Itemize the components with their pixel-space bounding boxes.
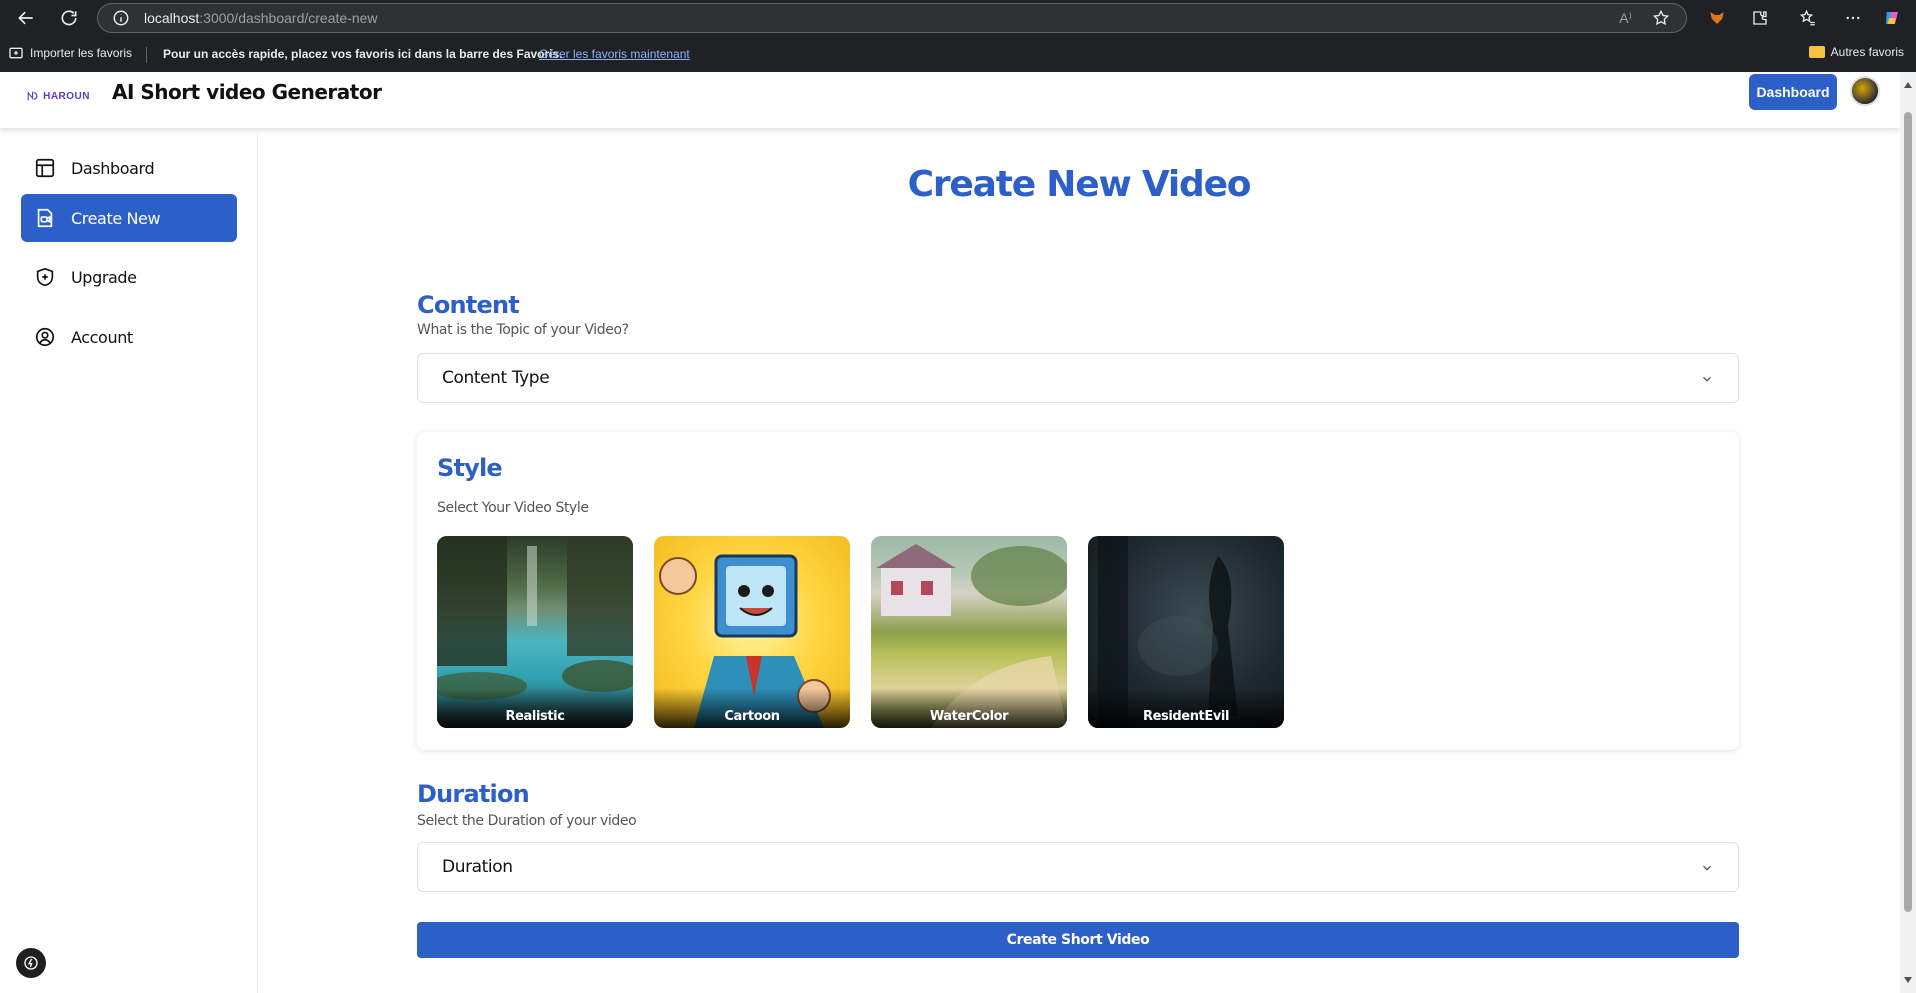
back-button[interactable] [12,4,40,32]
url-path: :3000/dashboard/create-new [199,10,378,26]
info-icon [113,10,129,26]
logo-text: HAROUN [43,90,90,102]
devtools-toggle-button[interactable] [16,948,46,978]
style-subtitle: Select Your Video Style [437,500,589,516]
avatar[interactable] [1850,76,1880,106]
sidebar-item-create-new[interactable]: Create New [21,194,237,242]
bookmarks-bar: Importer les favoris Pour un accès rapid… [0,40,1916,68]
style-option-watercolor[interactable]: WaterColor [871,536,1067,728]
style-option-label: WaterColor [929,709,1009,724]
other-favorites[interactable]: Autres favoris [1808,45,1904,59]
style-option-cartoon[interactable]: Cartoon [654,536,850,728]
sidebar-item-upgrade[interactable]: Upgrade [21,253,237,301]
browser-toolbar: localhost:3000/dashboard/create-new A⁾ [0,0,1916,36]
file-video-icon [33,206,57,230]
style-option-residentevil[interactable]: ResidentEvil [1088,536,1284,728]
dashboard-button[interactable]: Dashboard [1749,74,1837,110]
reload-button[interactable] [55,4,83,32]
address-bar[interactable]: localhost:3000/dashboard/create-new A⁾ [97,3,1687,33]
arrow-left-icon [18,11,33,25]
duration-select[interactable]: Duration [417,842,1739,892]
folder-icon [1808,46,1825,58]
import-favorites-link[interactable]: Importer les favoris [8,45,132,61]
more-options-icon[interactable] [1842,7,1864,29]
duration-value: Duration [442,857,513,877]
bookmarks-divider [146,47,147,63]
content-heading: Content [417,291,520,319]
sidebar-item-account[interactable]: Account [21,313,237,361]
chevron-down-icon [1703,865,1711,871]
logo[interactable]: HAROUN [26,81,90,111]
content-type-value: Content Type [442,368,550,388]
scrollbar-thumb[interactable] [1904,112,1912,912]
sidebar-item-label: Account [71,327,133,347]
page-title: Create New Video [907,164,1252,205]
shield-plus-icon [33,265,57,289]
layout-icon [33,156,57,180]
main-content: Create New Video Content What is the Top… [258,128,1900,993]
style-card: Style Select Your Video Style Realistic … [417,432,1739,750]
app-header: HAROUN AI Short video Generator Dashboar… [0,72,1900,128]
lightning-icon [24,956,38,970]
star-icon[interactable] [1652,9,1670,27]
style-option-label: Realistic [505,709,565,724]
duration-heading: Duration [417,780,530,808]
style-option-label: Cartoon [724,709,780,724]
other-favorites-label: Autres favoris [1830,45,1904,59]
content-subtitle: What is the Topic of your Video? [417,322,629,338]
read-aloud-icon[interactable]: A⁾ [1619,10,1632,27]
bookmarks-message: Pour un accès rapide, placez vos favoris… [163,47,563,61]
reload-icon [61,10,77,26]
chevron-down-icon [1703,376,1711,382]
url-host: localhost [144,10,200,26]
content-type-select[interactable]: Content Type [417,353,1739,403]
create-short-video-button[interactable]: Create Short Video [417,922,1739,958]
fox-extension-icon[interactable] [1706,7,1728,29]
style-option-label: ResidentEvil [1142,709,1230,724]
duration-subtitle: Select the Duration of your video [417,813,637,829]
sidebar-item-label: Upgrade [71,267,137,287]
sidebar-item-label: Dashboard [71,158,155,178]
app: HAROUN AI Short video Generator Dashboar… [0,72,1900,993]
copilot-icon[interactable] [1881,7,1903,29]
scroll-down-icon[interactable] [1904,977,1912,983]
style-heading: Style [437,454,503,482]
extensions-icon[interactable] [1749,7,1771,29]
logo-mark-icon [27,91,38,101]
sidebar-item-dashboard[interactable]: Dashboard [21,144,237,192]
app-title: AI Short video Generator [112,80,382,104]
browser-chrome: localhost:3000/dashboard/create-new A⁾ I… [0,0,1916,72]
style-options: Realistic Cartoon WaterColor ResidentEvi… [437,536,1284,728]
favorites-icon[interactable] [1797,7,1819,29]
sidebar: Dashboard Create New Upgrade Account [0,128,258,993]
import-icon [9,47,23,59]
scroll-up-icon[interactable] [1904,82,1912,88]
sidebar-item-label: Create New [71,208,161,228]
page-scrollbar[interactable] [1900,72,1916,993]
import-favorites-label: Importer les favoris [30,46,133,60]
manage-favorites-link[interactable]: Gérer les favoris maintenant [539,47,690,61]
style-option-realistic[interactable]: Realistic [437,536,633,728]
user-circle-icon [33,325,57,349]
